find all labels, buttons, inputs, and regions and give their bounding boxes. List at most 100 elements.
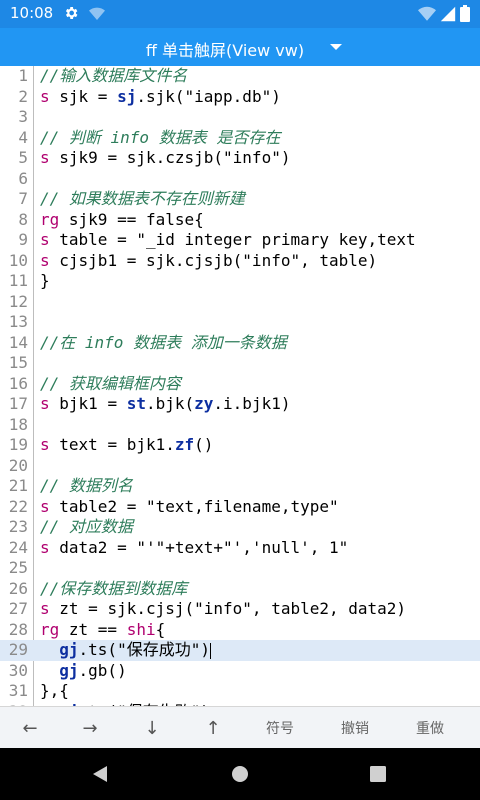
line-number: 21 bbox=[8, 476, 28, 495]
code-line[interactable]: 8 rg sjk9 == false{ bbox=[0, 210, 480, 231]
line-number: 27 bbox=[8, 599, 28, 618]
arrow-right-button[interactable]: → bbox=[60, 707, 120, 749]
code-object: sj bbox=[117, 86, 137, 106]
code-token: bjk1 = bbox=[49, 394, 127, 413]
code-line[interactable]: 14 //在 info 数据表 添加一条数据 bbox=[0, 333, 480, 354]
code-token: sjk = bbox=[49, 86, 118, 106]
gear-icon bbox=[63, 5, 79, 25]
code-line[interactable]: 2 s sjk = sj.sjk("iapp.db") bbox=[0, 87, 480, 108]
code-text: rg zt == shi{ bbox=[40, 620, 165, 641]
code-keyword: s bbox=[40, 230, 50, 249]
line-number: 11 bbox=[8, 271, 28, 290]
code-keyword: s bbox=[40, 394, 50, 413]
code-line[interactable]: 29 gj.ts("保存成功") bbox=[0, 640, 480, 661]
clock: 10:08 bbox=[10, 4, 54, 22]
code-line[interactable]: 26 //保存数据到数据库 bbox=[0, 579, 480, 600]
symbol-button[interactable]: 符号 bbox=[250, 707, 310, 749]
undo-button[interactable]: 撤销 bbox=[325, 707, 385, 749]
code-line[interactable]: 9s table = "_id integer primary key,text bbox=[0, 230, 480, 251]
home-icon[interactable] bbox=[210, 748, 270, 800]
code-comment: // 如果数据表不存在则新建 bbox=[40, 189, 245, 208]
code-text: //保存数据到数据库 bbox=[40, 579, 187, 600]
code-token: table2 = "text,filename,type" bbox=[49, 496, 339, 516]
line-number: 16 bbox=[8, 373, 28, 393]
code-text: s text = bjk1.zf() bbox=[40, 435, 213, 456]
code-line[interactable]: 21 // 数据列名 bbox=[0, 476, 480, 497]
code-text: },{ bbox=[40, 681, 69, 702]
back-icon[interactable] bbox=[70, 748, 130, 800]
code-line[interactable]: 31},{ bbox=[0, 681, 480, 702]
code-keyword: s bbox=[40, 250, 50, 270]
code-text: s sjk9 = sjk.czsjb("info") bbox=[40, 148, 290, 169]
code-text: s data2 = "'"+text+"','null', 1" bbox=[40, 538, 348, 559]
line-number: 12 bbox=[8, 291, 28, 311]
arrow-up-button[interactable]: ↑ bbox=[183, 707, 243, 749]
recents-icon[interactable] bbox=[348, 748, 408, 800]
code-line[interactable]: 27 s zt = sjk.cjsj("info", table2, data2) bbox=[0, 599, 480, 620]
arrow-down-button[interactable]: ↓ bbox=[122, 707, 182, 749]
code-keyword: s bbox=[40, 537, 50, 557]
code-keyword: s bbox=[40, 148, 50, 167]
caret-down-icon[interactable] bbox=[330, 44, 342, 50]
code-line[interactable]: 10 s cjsjb1 = sjk.cjsjb("info", table) bbox=[0, 251, 480, 272]
code-text: } bbox=[40, 271, 50, 292]
code-text: s zt = sjk.cjsj("info", table2, data2) bbox=[40, 599, 406, 620]
code-token: .gb() bbox=[78, 660, 127, 680]
line-number: 22 bbox=[8, 496, 28, 516]
code-text: //在 info 数据表 添加一条数据 bbox=[40, 333, 287, 354]
code-keyword: s bbox=[40, 496, 50, 516]
code-text: // 对应数据 bbox=[40, 517, 133, 538]
code-token: cjsjb1 = sjk.cjsjb("info", table) bbox=[49, 250, 378, 270]
code-line[interactable]: 7 // 如果数据表不存在则新建 bbox=[0, 189, 480, 210]
line-number: 2 bbox=[18, 86, 28, 106]
code-text: s sjk = sj.sjk("iapp.db") bbox=[40, 87, 281, 108]
code-line[interactable]: 13 bbox=[0, 312, 480, 333]
code-token: data2 = "'"+text+"','null', 1" bbox=[49, 537, 349, 557]
code-line[interactable]: 3 bbox=[0, 107, 480, 128]
code-line[interactable]: 17 s bjk1 = st.bjk(zy.i.bjk1) bbox=[0, 394, 480, 415]
text-cursor bbox=[209, 642, 211, 659]
editor-toolbar: ← → ↓ ↑ 符号 撤销 重做 bbox=[0, 706, 480, 749]
code-token: .bjk( bbox=[145, 394, 195, 413]
code-line[interactable]: 4 // 判断 info 数据表 是否存在 bbox=[0, 128, 480, 149]
arrow-left-button[interactable]: ← bbox=[0, 707, 60, 749]
app-title[interactable]: ff 单击触屏(View vw) bbox=[0, 37, 450, 61]
line-number: 18 bbox=[8, 414, 28, 434]
redo-button[interactable]: 重做 bbox=[400, 707, 460, 749]
line-number: 28 bbox=[8, 619, 28, 639]
code-editor[interactable]: 1//输入数据库文件名 2 s sjk = sj.sjk("iapp.db") 3 4 /… bbox=[0, 66, 480, 706]
code-line[interactable]: 15 bbox=[0, 353, 480, 374]
code-token: .ts("保存成功") bbox=[78, 640, 210, 659]
code-token: () bbox=[194, 435, 214, 454]
code-line[interactable]: 11} bbox=[0, 271, 480, 292]
code-comment: // 获取编辑框内容 bbox=[40, 373, 181, 393]
code-line[interactable]: 24 s data2 = "'"+text+"','null', 1" bbox=[0, 538, 480, 559]
code-keyword: rg bbox=[40, 209, 60, 229]
code-object: zy bbox=[194, 394, 214, 413]
code-line[interactable]: 20 bbox=[0, 456, 480, 477]
code-text: s cjsjb1 = sjk.cjsjb("info", table) bbox=[40, 251, 377, 272]
code-line[interactable]: 5s sjk9 = sjk.czsjb("info") bbox=[0, 148, 480, 169]
code-line[interactable]: 18 bbox=[0, 415, 480, 436]
line-number: 4 bbox=[18, 127, 28, 147]
line-number: 6 bbox=[18, 168, 28, 188]
code-line[interactable]: 1 //输入数据库文件名 bbox=[0, 66, 480, 87]
code-token: { bbox=[155, 619, 166, 639]
code-text: gj.gb() bbox=[40, 660, 127, 682]
code-line[interactable]: 25 bbox=[0, 558, 480, 579]
code-line[interactable]: 30 gj.gb() bbox=[0, 661, 480, 682]
code-token: table = "_id integer primary key,text bbox=[49, 230, 416, 249]
code-line[interactable]: 22 s table2 = "text,filename,type" bbox=[0, 497, 480, 518]
code-line[interactable]: 12 bbox=[0, 292, 480, 313]
code-line[interactable]: 16 // 获取编辑框内容 bbox=[0, 374, 480, 395]
code-line[interactable]: 23 // 对应数据 bbox=[0, 517, 480, 538]
code-line[interactable]: 19 s text = bjk1.zf() bbox=[0, 435, 480, 456]
code-text: // 判断 info 数据表 是否存在 bbox=[40, 128, 280, 149]
code-line[interactable]: 6 bbox=[0, 169, 480, 190]
code-token: sjk9 = sjk.czsjb("info") bbox=[49, 148, 291, 167]
line-number: 8 bbox=[18, 209, 28, 229]
code-line[interactable]: 28 rg zt == shi{ bbox=[0, 620, 480, 641]
code-token: .i.bjk1) bbox=[213, 394, 291, 413]
